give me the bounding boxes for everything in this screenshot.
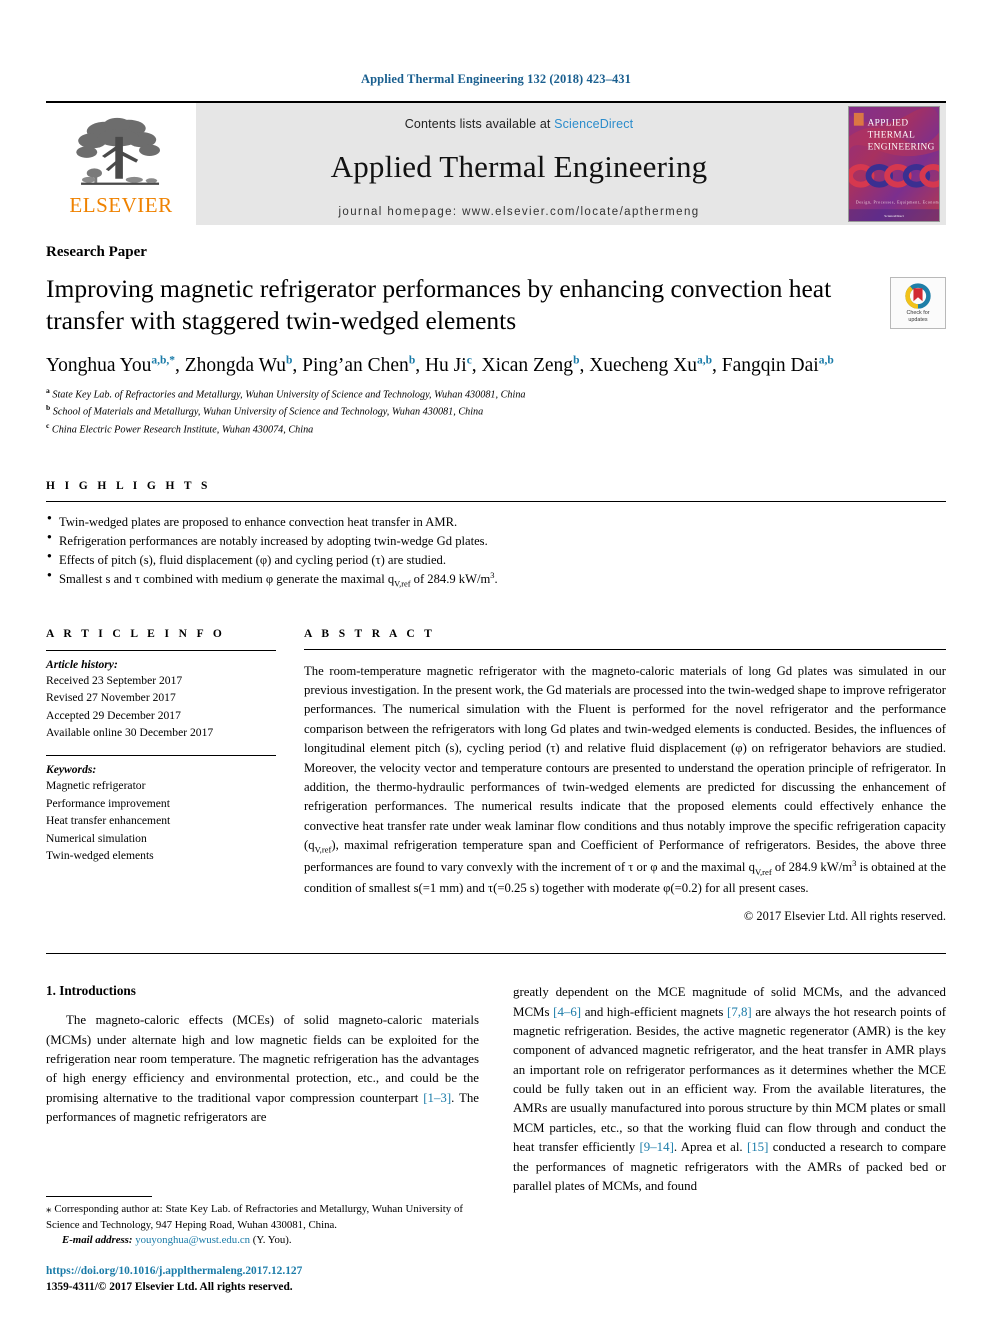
article-info-column: A R T I C L E I N F O Article history: R… bbox=[46, 628, 304, 865]
sciencedirect-link[interactable]: ScienceDirect bbox=[554, 117, 633, 131]
author-name: Fangqin Dai bbox=[721, 355, 819, 377]
author-affiliation-mark: a,b bbox=[696, 354, 713, 367]
svg-text:THERMAL: THERMAL bbox=[868, 130, 916, 140]
article-history-item: Available online 30 December 2017 bbox=[46, 726, 214, 740]
highlight-item: Refrigeration performances are notably i… bbox=[46, 531, 946, 551]
author-name: Yonghua You bbox=[46, 355, 152, 377]
citation-link[interactable]: [9–14] bbox=[640, 1140, 674, 1154]
article-history-lines: Received 23 September 2017 Revised 27 Nov… bbox=[46, 672, 276, 742]
section-heading: 1. Introductions bbox=[46, 983, 136, 999]
footnote-rule bbox=[46, 1195, 152, 1197]
title-row: Improving magnetic refrigerator performa… bbox=[46, 261, 946, 336]
doi-block: https://doi.org/10.1016/j.applthermaleng… bbox=[46, 1264, 463, 1295]
highlights-rule bbox=[46, 500, 946, 502]
affiliation-item: a State Key Lab. of Refractories and Met… bbox=[46, 385, 526, 400]
author-affiliation-mark: b bbox=[573, 354, 580, 367]
masthead-center: Contents lists available at ScienceDirec… bbox=[196, 103, 842, 225]
contents-line: Contents lists available at ScienceDirec… bbox=[405, 117, 633, 131]
affiliation-list: a State Key Lab. of Refractories and Met… bbox=[46, 385, 946, 438]
keyword-item: Numerical simulation bbox=[46, 831, 147, 845]
body-column-right: greatly dependent on the MCE magnitude o… bbox=[513, 983, 946, 1196]
crossmark-badge[interactable]: Check for updates bbox=[890, 277, 946, 329]
abstract-column: A B S T R A C T The room-temperature mag… bbox=[304, 628, 946, 925]
author-name: Hu Ji bbox=[424, 355, 467, 377]
author-affiliation-mark: b bbox=[285, 354, 293, 367]
author-name: Zhongda Wu bbox=[184, 355, 286, 377]
citation-link[interactable]: [15] bbox=[747, 1140, 768, 1154]
article-history-label: Article history: bbox=[46, 657, 118, 671]
elsevier-tree-icon bbox=[76, 117, 160, 185]
paper-page: Applied Thermal Engineering 132 (2018) 4… bbox=[0, 0, 992, 1323]
author-affiliation-mark: a,b,* bbox=[151, 354, 175, 367]
author-name: Ping’an Chen bbox=[302, 355, 409, 377]
author-name: Xican Zeng bbox=[481, 355, 574, 377]
author-affiliation-mark: a,b bbox=[818, 354, 834, 367]
highlights-heading: H I G H L I G H T S bbox=[46, 479, 211, 492]
citation-link[interactable]: [1–3] bbox=[423, 1091, 451, 1105]
corresponding-author-text: Corresponding author at: State Key Lab. … bbox=[46, 1202, 463, 1231]
keywords-block: Keywords: Magnetic refrigerator Performan… bbox=[46, 754, 276, 865]
masthead-right: APPLIED THERMAL ENGINEERING Design, Proc… bbox=[842, 103, 946, 225]
highlight-item: Effects of pitch (s), fluid displacement… bbox=[46, 550, 946, 570]
footnote-star: ⁎ bbox=[46, 1202, 52, 1215]
keyword-item: Performance improvement bbox=[46, 796, 170, 810]
keywords-label: Keywords: bbox=[46, 762, 97, 776]
affiliation-item: b School of Materials and Metallurgy, Wu… bbox=[46, 403, 484, 418]
running-head: Applied Thermal Engineering 132 (2018) 4… bbox=[360, 72, 631, 86]
journal-cover-thumbnail: APPLIED THERMAL ENGINEERING Design, Proc… bbox=[848, 106, 940, 222]
keywords-lines: Magnetic refrigerator Performance improve… bbox=[46, 777, 276, 865]
journal-title: Applied Thermal Engineering bbox=[330, 149, 708, 184]
corresponding-author-note: ⁎ Corresponding author at: State Key Lab… bbox=[46, 1202, 463, 1250]
keyword-item: Magnetic refrigerator bbox=[46, 778, 146, 792]
highlight-item: Twin-wedged plates are proposed to enhan… bbox=[46, 512, 946, 532]
svg-text:ScienceDirect: ScienceDirect bbox=[884, 214, 904, 218]
citation-link[interactable]: [4–6] bbox=[553, 1005, 581, 1019]
email-owner: (Y. You). bbox=[252, 1234, 292, 1247]
abstract-rule bbox=[304, 648, 946, 650]
crossmark-line1: Check for bbox=[906, 309, 930, 316]
info-abstract-row: A R T I C L E I N F O Article history: R… bbox=[46, 628, 946, 925]
footnote-area: ⁎ Corresponding author at: State Key Lab… bbox=[46, 1195, 463, 1295]
highlight-item: Smallest s and τ combined with medium φ … bbox=[46, 569, 946, 591]
svg-text:ENGINEERING: ENGINEERING bbox=[868, 142, 935, 152]
doi-link[interactable]: https://doi.org/10.1016/j.applthermaleng… bbox=[46, 1264, 463, 1279]
article-history-item: Received 23 September 2017 bbox=[46, 673, 183, 687]
page-title: Improving magnetic refrigerator performa… bbox=[46, 274, 832, 335]
body-separator bbox=[46, 953, 946, 955]
abstract-copyright: © 2017 Elsevier Ltd. All rights reserved… bbox=[743, 909, 946, 924]
paragraph-intro-right: greatly dependent on the MCE magnitude o… bbox=[513, 985, 946, 1193]
issn-copyright: 1359-4311/© 2017 Elsevier Ltd. All right… bbox=[46, 1280, 293, 1293]
body-column-left: 1. Introductions The magneto-caloric eff… bbox=[46, 983, 479, 1196]
author-name: Xuecheng Xu bbox=[589, 355, 697, 377]
highlights-section: H I G H L I G H T S Twin-wedged plates a… bbox=[46, 480, 946, 592]
article-history-item: Accepted 29 December 2017 bbox=[46, 708, 181, 722]
highlights-list: Twin-wedged plates are proposed to enhan… bbox=[46, 512, 946, 592]
author-list: Yonghua Youa,b,*, Zhongda Wub, Ping’an C… bbox=[46, 354, 834, 377]
abstract-text: The room-temperature magnetic refrigerat… bbox=[304, 663, 946, 895]
publisher-logo: ELSEVIER bbox=[46, 103, 196, 225]
article-type-label: Research Paper bbox=[46, 244, 147, 260]
article-history-item: Revised 27 November 2017 bbox=[46, 691, 176, 705]
keyword-item: Twin-wedged elements bbox=[46, 849, 154, 863]
crossmark-line2: updates bbox=[908, 316, 928, 323]
crossmark-icon bbox=[905, 283, 931, 309]
citation-link[interactable]: [7,8] bbox=[727, 1005, 752, 1019]
keyword-item: Heat transfer enhancement bbox=[46, 814, 171, 828]
affiliation-item: c China Electric Power Research Institut… bbox=[46, 420, 314, 436]
email-label: E-mail address: bbox=[62, 1234, 133, 1247]
abstract-heading: A B S T R A C T bbox=[304, 627, 436, 640]
svg-text:APPLIED: APPLIED bbox=[868, 119, 909, 129]
paragraph-intro-left: The magneto-caloric effects (MCEs) of so… bbox=[46, 1013, 479, 1125]
journal-masthead: ELSEVIER Contents lists available at Sci… bbox=[46, 101, 946, 225]
author-affiliation-mark: c bbox=[466, 354, 472, 367]
author-affiliation-mark: b bbox=[408, 354, 416, 367]
article-history-block: Article history: Received 23 September 2… bbox=[46, 649, 276, 742]
journal-homepage[interactable]: journal homepage: www.elsevier.com/locat… bbox=[338, 206, 699, 218]
crossmark-label: Check for updates bbox=[906, 310, 929, 323]
elsevier-wordmark: ELSEVIER bbox=[69, 193, 173, 217]
article-info-heading: A R T I C L E I N F O bbox=[46, 627, 226, 640]
body-columns: 1. Introductions The magneto-caloric eff… bbox=[46, 983, 946, 1196]
email-link[interactable]: youyonghua@wust.edu.cn bbox=[135, 1234, 250, 1246]
contents-prefix: Contents lists available at bbox=[404, 117, 555, 131]
